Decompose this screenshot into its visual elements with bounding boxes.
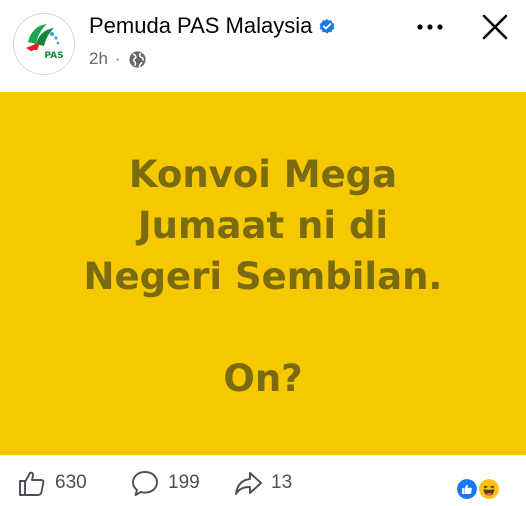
post-body-line: Negeri Sembilan.: [83, 255, 443, 298]
reaction-summary[interactable]: [455, 477, 507, 501]
globe-icon: [129, 50, 146, 68]
post-meta: 2h ·: [89, 49, 147, 69]
page-name-row: Pemuda PAS Malaysia: [89, 13, 336, 39]
post-time[interactable]: 2h: [89, 49, 108, 69]
like-count: 630: [55, 472, 87, 493]
post-body-text: Konvoi Mega Jumaat ni di Negeri Sembilan. …: [84, 149, 443, 404]
post-body-line: Konvoi Mega: [128, 153, 398, 196]
page-name[interactable]: Pemuda PAS Malaysia: [89, 13, 312, 38]
post-body-line: On?: [223, 357, 303, 400]
comment-count: 199: [168, 472, 200, 493]
post-footer: 630 199 13: [0, 455, 526, 506]
thumbs-up-icon: [19, 471, 45, 496]
comment-icon: [132, 471, 158, 496]
haha-reaction-icon: [477, 477, 501, 501]
page-avatar[interactable]: PAS: [13, 13, 75, 75]
post-body-line: [84, 302, 443, 353]
comment-button[interactable]: 199: [130, 469, 200, 497]
verified-badge-icon: [320, 19, 335, 34]
share-button[interactable]: 13: [233, 469, 292, 497]
post-body-line: Jumaat ni di: [137, 204, 389, 247]
more-options-icon[interactable]: [412, 14, 448, 40]
post-content: Konvoi Mega Jumaat ni di Negeri Sembilan. …: [0, 92, 526, 455]
avatar-logo-text: PAS: [44, 51, 63, 61]
close-icon[interactable]: [480, 12, 510, 42]
meta-separator: ·: [114, 49, 121, 68]
like-button[interactable]: 630: [17, 469, 87, 497]
like-reaction-icon: [455, 477, 479, 501]
share-icon: [235, 472, 262, 495]
post-header: PAS Pemuda PAS Malaysia 2h ·: [0, 0, 526, 92]
pas-logo-icon: PAS: [16, 16, 74, 74]
share-count: 13: [271, 472, 293, 493]
